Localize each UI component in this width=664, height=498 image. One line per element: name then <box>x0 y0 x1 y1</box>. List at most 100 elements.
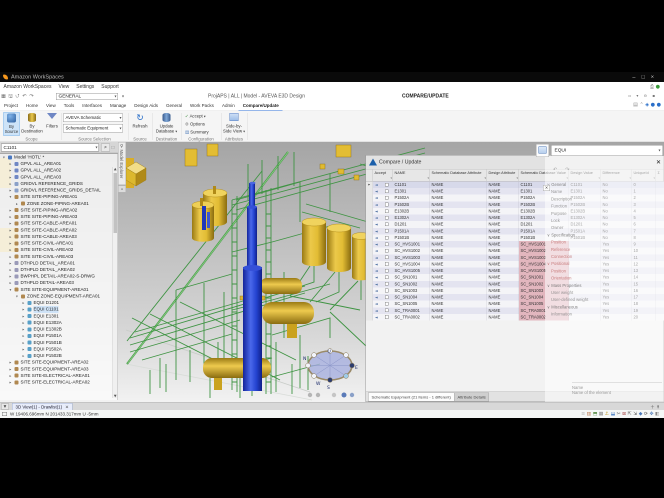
tree-scrollbar[interactable]: ▲ ▼ <box>113 167 118 398</box>
summary-button[interactable]: ▤ Summary <box>185 128 209 136</box>
column-header-schematic-database-attribute[interactable]: Schematic Database Attribute▾ <box>430 170 487 182</box>
accept-direction-icon[interactable]: ◄ <box>375 294 378 301</box>
accept-direction-icon[interactable]: ◄ <box>375 201 378 208</box>
tree-item[interactable]: ▸SITE SITE-EQUIPMENT-AREA03 <box>0 366 118 373</box>
tree-item[interactable]: ▸SITE SITE-CIVIL-AREA02 <box>0 247 118 254</box>
accept-checkbox[interactable] <box>385 309 389 313</box>
expander-icon[interactable]: ▸ <box>10 214 12 221</box>
accept-direction-icon[interactable]: ◄ <box>375 287 378 294</box>
ribbon-tab-project[interactable]: Project <box>0 101 22 111</box>
accept-direction-icon[interactable]: ◄ <box>375 314 378 321</box>
tree-item[interactable]: ▸DTHPLD DETAIL_AREA01 <box>0 260 118 267</box>
ribbon-tab-design-aids[interactable]: Design Aids <box>130 101 162 111</box>
accept-checkbox[interactable] <box>385 196 389 200</box>
column-header-name[interactable]: NAME▾ <box>393 170 430 182</box>
accept-direction-icon[interactable]: ◄ <box>375 274 378 281</box>
statusbar-icons[interactable]: ≡▥⬒▦⚓⬓✂⊠⇱⇲◆⟳✥◧ <box>581 411 661 417</box>
accept-direction-icon[interactable]: ◄ <box>375 241 378 248</box>
tree-item[interactable]: ▸GRIDVL REFERENCE_GRIDS <box>0 180 118 187</box>
tree-item[interactable]: ▸SITE SITE-EQUIPMENT-AREA02 <box>0 359 118 366</box>
by-source-button[interactable]: By Source <box>3 112 20 136</box>
filters-button[interactable]: Filters <box>44 112 60 136</box>
accept-direction-icon[interactable]: ◄ <box>375 281 378 288</box>
tree-item[interactable]: ▸EQUI C1101 <box>0 306 118 313</box>
menu-item-view[interactable]: View <box>55 82 73 92</box>
expander-icon[interactable]: ▸ <box>10 372 12 379</box>
expander-icon[interactable]: ▸ <box>23 326 25 333</box>
tree-item[interactable]: ▸EQUI E1301 <box>0 313 118 320</box>
app-menu-icon[interactable]: ▦ <box>0 92 7 101</box>
filter-clear-button[interactable]: ✕ <box>543 185 550 191</box>
options-button[interactable]: ⚙ Options <box>185 120 205 128</box>
ribbon-tab-general[interactable]: General <box>162 101 186 111</box>
tree-item[interactable]: ▸SITE SITE-CABLE-AREA03 <box>0 233 118 240</box>
accept-checkbox[interactable] <box>385 223 389 227</box>
expander-icon[interactable]: ▸ <box>10 227 12 234</box>
footer-tab-attribute-details[interactable]: Attribute Details <box>454 393 489 402</box>
filter-icon[interactable]: ▾ <box>484 176 486 180</box>
expander-icon[interactable]: ▸ <box>10 280 12 287</box>
refresh-button[interactable]: ↻Refresh <box>130 112 150 136</box>
footer-tab-schematic-equipment[interactable]: Schematic Equipment (21 Items - 1 differ… <box>368 393 454 402</box>
tree-item[interactable]: ▸EQUI E1302A <box>0 319 118 326</box>
expander-icon[interactable]: ▸ <box>10 174 12 181</box>
menu-item-amazon-workspaces[interactable]: Amazon WorkSpaces <box>0 82 55 92</box>
accept-direction-icon[interactable]: ◄ <box>375 208 378 215</box>
menu-item-support[interactable]: Support <box>98 82 123 92</box>
accept-checkbox[interactable] <box>385 242 389 246</box>
filter-icon[interactable]: ▾ <box>516 176 518 180</box>
accept-checkbox[interactable] <box>385 229 389 233</box>
minimize-button[interactable]: – <box>632 74 641 80</box>
accept-checkbox[interactable] <box>385 189 389 193</box>
expander-icon[interactable]: ▸ <box>10 167 12 174</box>
expander-icon[interactable]: ▸ <box>23 346 25 353</box>
expander-icon[interactable]: ▸ <box>10 240 12 247</box>
menubar-right-icons[interactable]: ⎙ ● <box>650 84 660 90</box>
attributes-grid-button[interactable] <box>536 144 549 157</box>
tree-item[interactable]: ▸SITE SITE-CABLE-AREA02 <box>0 227 118 234</box>
accept-checkbox[interactable] <box>385 269 389 273</box>
tree-item[interactable]: ▸GPVL ALL_AREA03 <box>0 174 118 181</box>
accept-direction-icon[interactable]: ◄ <box>375 182 378 189</box>
model-explorer-vertical-tab[interactable]: ⚲ Model Explorer <box>118 142 126 185</box>
accept-direction-icon[interactable]: ◄ <box>375 234 378 241</box>
accept-checkbox[interactable] <box>385 295 389 299</box>
expander-icon[interactable]: ▸ <box>10 379 12 386</box>
expander-icon[interactable]: ▾ <box>10 286 12 293</box>
general-combo[interactable]: GENERAL▾ <box>56 93 118 100</box>
expander-icon[interactable]: ▸ <box>23 353 25 360</box>
expander-icon[interactable]: ▸ <box>23 306 25 313</box>
tree-item[interactable]: ▸SITE SITE-PIPING-AREA02 <box>0 207 118 214</box>
tree-item[interactable]: ▸GPVL ALL_AREA02 <box>0 167 118 174</box>
tree-item[interactable]: ▸BWPHPL DETAIL-AREA02-S-DRWG <box>0 273 118 280</box>
tree-item[interactable]: ▸EQUI D1201 <box>0 300 118 307</box>
qat-right-icons[interactable]: ▫ ▾ ⊖ ▪ <box>628 94 657 99</box>
expander-icon[interactable]: ▸ <box>10 366 12 373</box>
accept-checkbox[interactable] <box>385 315 389 319</box>
tree-item[interactable]: ▸SITE SITE-ELECTRICAL-AREA02 <box>0 379 118 386</box>
column-header-design-attribute[interactable]: Design Attribute▾ <box>487 170 519 182</box>
tree-item[interactable]: ▸SITE SITE-CIVIL-AREA03 <box>0 253 118 260</box>
accept-direction-icon[interactable]: ◄ <box>375 215 378 222</box>
update-database-button[interactable]: Update Database ▾ <box>154 112 179 136</box>
side-by-side-button[interactable]: Side-by-Side View ▾ <box>222 112 246 136</box>
qat-dropdown-icon[interactable]: ▾ <box>122 94 124 99</box>
tab-list-button[interactable]: ▼ <box>1 404 9 410</box>
accept-checkbox[interactable] <box>385 262 389 266</box>
accept-checkbox[interactable] <box>385 236 389 240</box>
accept-checkbox[interactable] <box>385 275 389 279</box>
ribbon-tab-view[interactable]: View <box>42 101 60 111</box>
expander-icon[interactable]: ▸ <box>23 319 25 326</box>
redo-icon[interactable]: ↷ <box>28 92 35 101</box>
expander-icon[interactable]: ▸ <box>16 200 18 207</box>
ribbon-tab-work-packs[interactable]: Work Packs <box>186 101 218 111</box>
expander-icon[interactable]: ▸ <box>23 313 25 320</box>
save-icon[interactable]: 🖫 <box>7 92 14 101</box>
accept-direction-icon[interactable]: ◄ <box>375 248 378 255</box>
overlay-close-icon[interactable]: ✕ <box>656 159 661 165</box>
column-header-accept[interactable]: Accept▾ <box>373 170 393 182</box>
maximize-button[interactable]: □ <box>641 74 650 80</box>
expander-icon[interactable]: ▸ <box>10 220 12 227</box>
expander-icon[interactable]: ▸ <box>23 333 25 340</box>
expander-icon[interactable]: ▾ <box>16 293 18 300</box>
